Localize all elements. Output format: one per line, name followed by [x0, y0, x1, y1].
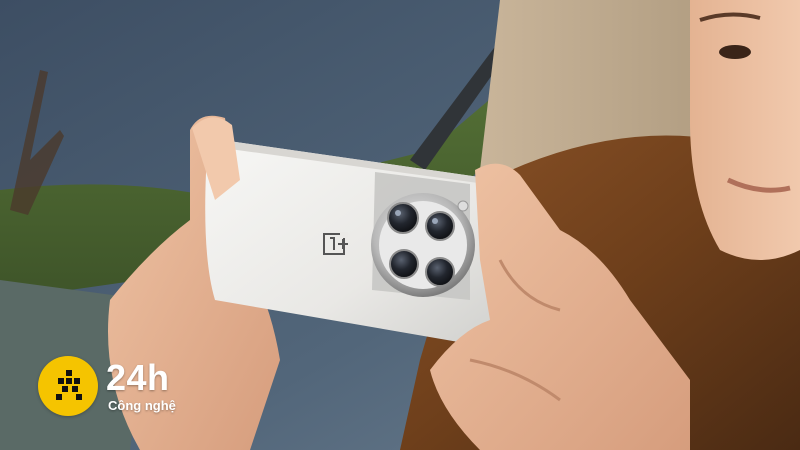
watermark-badge: [38, 356, 98, 416]
camera-module: [371, 193, 475, 297]
watermark-subtitle: Công nghệ: [108, 398, 176, 413]
watermark-text: 24h Công nghệ: [106, 357, 176, 413]
watermark: 24h Công nghệ: [38, 354, 176, 418]
running-man-icon: [56, 370, 82, 400]
photo-scene: 24h Công nghệ: [0, 0, 800, 450]
watermark-brand: 24h: [106, 357, 170, 398]
